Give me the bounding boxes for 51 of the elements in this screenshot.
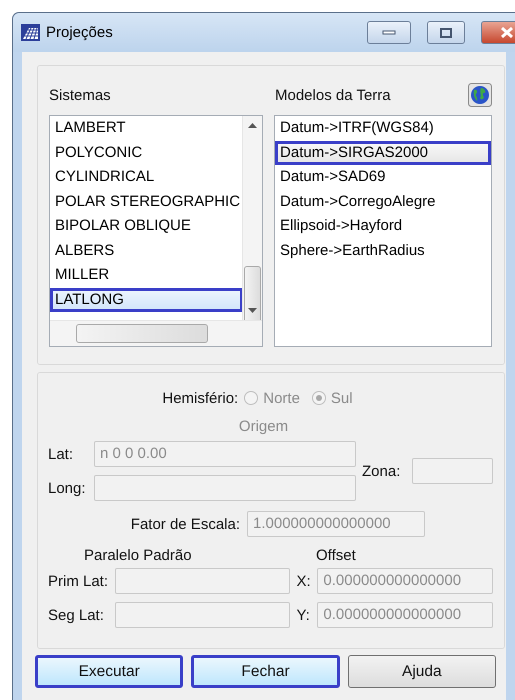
list-item[interactable]: Ellipsoid->Hayford — [275, 214, 491, 238]
field-label: Long: — [48, 480, 87, 496]
down-arrow-icon[interactable] — [248, 308, 258, 313]
list-label: Sistemas — [49, 86, 112, 104]
list-item[interactable]: CYLINDRICAL — [50, 165, 244, 190]
list-item[interactable]: LATLONG — [50, 288, 244, 312]
input-field[interactable] — [412, 458, 493, 484]
globe-icon[interactable] — [468, 83, 492, 107]
close-icon — [501, 27, 513, 38]
dialog-button[interactable]: Executar — [35, 655, 184, 688]
maximize-button[interactable] — [427, 21, 465, 44]
field-label: Prim Lat: — [48, 572, 110, 590]
field-label: Fator de Escala: — [130, 516, 240, 532]
list-item[interactable]: POLYCONIC — [50, 140, 244, 165]
input-field[interactable] — [114, 602, 290, 628]
section-title: Offset — [316, 546, 356, 564]
field-label: Seg Lat: — [48, 606, 105, 624]
list-item[interactable]: Sphere->EarthRadius — [275, 238, 491, 263]
field-label: Y: — [296, 606, 311, 624]
list-item[interactable]: MILLER — [50, 263, 244, 288]
list-box[interactable]: Datum->ITRF(WGS84) Datum->SIRGAS2000 Datum->SAD69 Datum->CorregoAlegre Ellipsoid->Hayford Sphere->EarthRadius — [274, 115, 492, 347]
input-field[interactable] — [94, 475, 356, 501]
field-label: Lat: — [48, 446, 74, 462]
list-item[interactable]: BIPOLAR OBLIQUE — [50, 214, 244, 238]
horizontal-scrollbar[interactable] — [50, 320, 262, 346]
section-title: Paralelo Padrão — [84, 546, 193, 564]
input-field[interactable] — [114, 568, 290, 594]
up-arrow-icon[interactable] — [248, 123, 258, 128]
maximize-icon — [440, 28, 452, 38]
field-label: Hemisfério: — [162, 390, 238, 406]
dialog-button[interactable]: Ajuda — [348, 655, 496, 688]
list-box[interactable]: LAMBERT POLYCONIC CYLINDRICAL POLAR STEREOGRAPHIC BIPOLAR OBLIQUE ALBERS MILLER LATLONG — [49, 115, 264, 347]
list-item[interactable]: Datum->SIRGAS2000 — [275, 140, 491, 165]
list-label: Modelos da Terra — [275, 86, 392, 104]
list-item[interactable]: LAMBERT — [50, 116, 244, 140]
minimize-button[interactable] — [367, 21, 411, 44]
field-label: X: — [296, 572, 312, 590]
list-item[interactable]: POLAR STEREOGRAPHIC — [50, 190, 244, 214]
section-title: Origem — [238, 418, 288, 434]
vertical-scrollbar[interactable] — [242, 116, 262, 321]
list-item[interactable]: Datum->ITRF(WGS84) — [275, 116, 491, 140]
radio-label: Sul — [330, 390, 353, 406]
field-label: Zona: — [362, 462, 402, 480]
list-item[interactable]: ALBERS — [50, 238, 244, 263]
grid-icon — [21, 24, 40, 41]
window-title: Projeções — [46, 24, 114, 41]
list-item[interactable]: Datum->SAD69 — [275, 165, 491, 190]
radio-label: Norte — [263, 390, 300, 406]
list-item[interactable]: Datum->CorregoAlegre — [275, 190, 491, 214]
minimize-icon — [382, 30, 396, 35]
dialog-button[interactable]: Fechar — [191, 655, 340, 688]
